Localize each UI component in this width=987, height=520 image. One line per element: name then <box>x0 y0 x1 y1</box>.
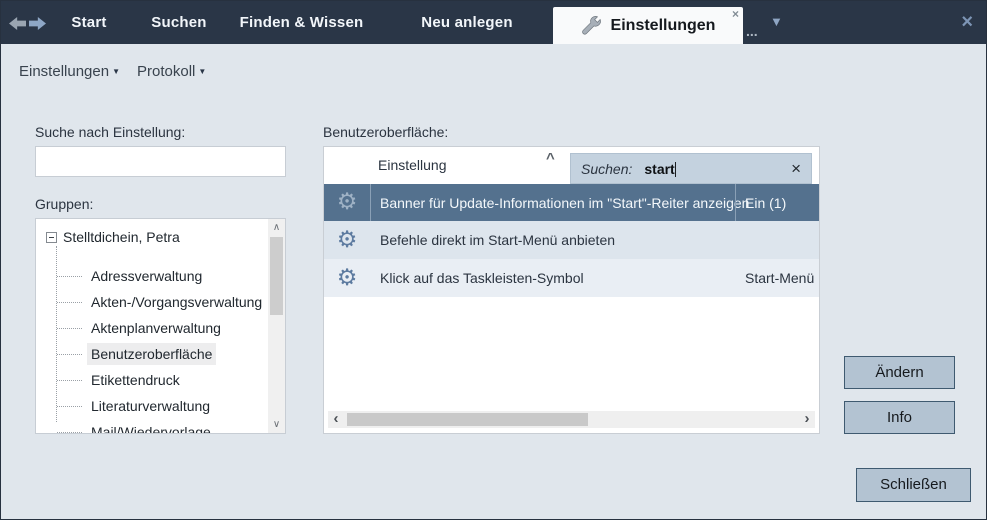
wrench-icon <box>581 15 602 36</box>
tab-close-icon[interactable]: × <box>732 7 739 21</box>
tree-collapse-icon[interactable] <box>46 232 57 243</box>
column-divider <box>735 184 736 221</box>
groups-tree: Stelltdichein, Petra Adressverwaltung Ak… <box>35 218 286 434</box>
menu-einstellungen[interactable]: Einstellungen▼ <box>19 63 120 80</box>
tree-item-aktenplanverwaltung[interactable]: Aktenplanverwaltung <box>87 317 225 339</box>
gear-icon: ⚙ <box>324 259 370 297</box>
tree-item-literaturverwaltung[interactable]: Literaturverwaltung <box>87 395 214 417</box>
scroll-right-icon[interactable]: › <box>799 411 815 428</box>
search-setting-input[interactable] <box>35 146 286 177</box>
tab-einstellungen-active[interactable]: Einstellungen × <box>553 7 743 44</box>
table-search-overlay: Suchen: start × <box>570 153 812 184</box>
tree-branch-line <box>57 354 82 355</box>
tab-overflow-ellipsis: ... <box>746 23 758 39</box>
tab-suchen[interactable]: Suchen <box>143 1 215 44</box>
groups-label: Gruppen: <box>35 196 93 212</box>
scroll-down-icon[interactable]: ∨ <box>268 416 285 433</box>
search-close-icon[interactable]: × <box>791 161 801 177</box>
tab-finden-wissen[interactable]: Finden & Wissen <box>229 1 374 44</box>
settings-table: Einstellung ^ Suchen: start × ⚙ Banner f… <box>323 146 820 434</box>
table-row[interactable]: ⚙ Banner für Update-Informationen im "St… <box>324 184 819 221</box>
tree-item-benutzeroberflaeche[interactable]: Benutzeroberfläche <box>87 343 216 365</box>
tab-bar: Start Suchen Finden & Wissen Neu anlegen… <box>1 1 986 44</box>
tree-branch-line <box>57 276 82 277</box>
chevron-down-icon: ▼ <box>198 67 206 76</box>
setting-name: Klick auf das Taskleisten-Symbol <box>380 259 584 297</box>
settings-group-title: Benutzeroberfläche: <box>323 124 448 140</box>
tree-guide-line <box>56 246 57 422</box>
scrollbar-thumb[interactable] <box>347 413 588 426</box>
column-divider <box>370 184 371 221</box>
tree-branch-line <box>57 302 82 303</box>
table-row[interactable]: ⚙ Befehle direkt im Start-Menü anbieten <box>324 221 819 259</box>
active-tab-label: Einstellungen <box>611 17 716 35</box>
back-icon[interactable] <box>9 17 26 30</box>
history-navigation <box>9 17 46 30</box>
menu-protokoll-label: Protokoll <box>137 63 195 80</box>
change-button[interactable]: Ändern <box>844 356 955 389</box>
table-row[interactable]: ⚙ Klick auf das Taskleisten-Symbol Start… <box>324 259 819 297</box>
tree-root-item[interactable]: Stelltdichein, Petra <box>46 226 180 248</box>
setting-name: Befehle direkt im Start-Menü anbieten <box>380 221 615 259</box>
table-search-label: Suchen: <box>581 161 632 177</box>
menu-einstellungen-label: Einstellungen <box>19 63 109 80</box>
chevron-down-icon: ▼ <box>112 67 120 76</box>
tree-item-adressverwaltung[interactable]: Adressverwaltung <box>87 265 206 287</box>
column-header-einstellung[interactable]: Einstellung <box>378 147 447 184</box>
tree-scrollbar[interactable]: ∧ ∨ <box>268 219 285 433</box>
gear-icon: ⚙ <box>324 221 370 259</box>
search-setting-label: Suche nach Einstellung: <box>35 124 185 140</box>
tree-branch-line <box>57 406 82 407</box>
window-close-icon[interactable]: × <box>961 10 973 34</box>
close-button[interactable]: Schließen <box>856 468 971 502</box>
scroll-left-icon[interactable]: ‹ <box>328 411 344 428</box>
tree-item-akten-vorgangsverwaltung[interactable]: Akten-/Vorgangsverwaltung <box>87 291 266 313</box>
tab-start[interactable]: Start <box>61 1 117 44</box>
tab-list-dropdown-icon[interactable]: ▼ <box>770 14 783 29</box>
table-search-input[interactable]: start <box>644 161 675 177</box>
tree-scrollbar-thumb[interactable] <box>270 237 283 315</box>
gear-icon: ⚙ <box>324 184 370 221</box>
forward-icon[interactable] <box>29 17 46 30</box>
tree-root-label: Stelltdichein, Petra <box>63 229 180 245</box>
setting-name: Banner für Update-Informationen im "Star… <box>380 184 749 221</box>
sort-asc-icon[interactable]: ^ <box>546 150 555 167</box>
setting-value: Start-Menü <box>745 259 814 297</box>
scroll-up-icon[interactable]: ∧ <box>268 219 285 236</box>
tree-branch-line <box>57 432 82 433</box>
tree-branch-line <box>57 328 82 329</box>
tree-item-mail-wiedervorlage[interactable]: Mail/Wiedervorlage <box>87 421 215 434</box>
info-button[interactable]: Info <box>844 401 955 434</box>
text-cursor <box>675 162 676 177</box>
settings-window: Start Suchen Finden & Wissen Neu anlegen… <box>0 0 987 520</box>
setting-value: Ein (1) <box>745 184 786 221</box>
table-horizontal-scrollbar[interactable]: ‹ › <box>328 411 815 428</box>
tree-branch-line <box>57 380 82 381</box>
tree-item-etikettendruck[interactable]: Etikettendruck <box>87 369 184 391</box>
menu-protokoll[interactable]: Protokoll▼ <box>137 63 206 80</box>
tab-neu-anlegen[interactable]: Neu anlegen <box>399 1 535 44</box>
